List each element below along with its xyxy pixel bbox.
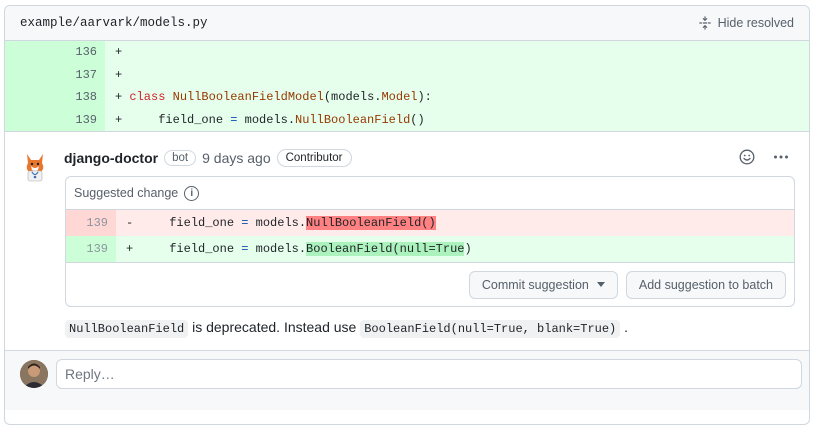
code-token: class <box>129 90 166 105</box>
line-number[interactable]: 138 <box>5 86 105 109</box>
smiley-icon <box>739 149 755 165</box>
diff-row: 137 + <box>5 63 809 86</box>
code-text: models. <box>248 242 307 256</box>
code-token: Model <box>381 90 418 105</box>
contributor-badge: Contributor <box>276 149 352 167</box>
code-text: field_one <box>133 216 242 230</box>
added-highlight: BooleanField(null=True <box>306 242 465 256</box>
code-token: NullBooleanFieldModel <box>172 90 324 105</box>
line-number: 139 <box>66 236 116 262</box>
review-comment: django-doctor bot 9 days ago Contributor <box>5 131 809 351</box>
suggested-change: Suggested change i 139 - field_one = mod… <box>65 176 795 307</box>
code-line: - field_one = models.NullBooleanField() <box>116 216 436 230</box>
line-number[interactable]: 136 <box>5 41 105 64</box>
inline-code: BooleanField(null=True, blank=True) <box>360 320 621 338</box>
code-text: field_one <box>133 242 242 256</box>
author-name[interactable]: django-doctor <box>64 150 158 166</box>
commit-suggestion-button[interactable]: Commit suggestion <box>468 270 618 299</box>
comment-actions <box>739 149 789 168</box>
caret-down-icon <box>596 282 605 287</box>
code-token: () <box>410 112 425 127</box>
suggestion-actions: Commit suggestion Add suggestion to batc… <box>66 262 794 306</box>
comment-time[interactable]: 9 days ago <box>202 150 271 166</box>
added-line: 139 + field_one = models.BooleanField(nu… <box>66 236 794 262</box>
comment-text: . <box>620 319 629 335</box>
django-doctor-avatar[interactable] <box>21 150 49 182</box>
diff-row: 136 + <box>5 41 809 64</box>
code-line: + field_one = models.BooleanField(null=T… <box>116 242 472 256</box>
line-number[interactable]: 139 <box>5 108 105 131</box>
code-line: + <box>105 68 122 82</box>
diff-hunk: 136 +137 +138 + class NullBooleanFieldModel… <box>5 41 809 131</box>
code-line: + class NullBooleanFieldModel(models.Mod… <box>105 90 432 104</box>
diff-marker: + <box>115 67 123 82</box>
add-to-batch-label: Add suggestion to batch <box>638 277 773 292</box>
code-text: ) <box>464 242 472 256</box>
reply-input[interactable] <box>56 359 802 389</box>
comment-body: NullBooleanField is deprecated. Instead … <box>65 319 794 338</box>
suggested-change-title: Suggested change <box>74 186 179 200</box>
hide-resolved-button[interactable]: Hide resolved <box>698 16 794 30</box>
removed-highlight: NullBooleanField() <box>306 216 436 230</box>
code-line: + field_one = models.NullBooleanField() <box>105 113 425 127</box>
inline-code: NullBooleanField <box>65 320 189 338</box>
add-reaction-button[interactable] <box>739 149 755 168</box>
hide-resolved-label: Hide resolved <box>717 16 794 30</box>
removed-line: 139 - field_one = models.NullBooleanFiel… <box>66 210 794 236</box>
review-thread: example/aarvark/models.py Hide resolved … <box>4 5 810 425</box>
comment-header: django-doctor bot 9 days ago Contributor <box>64 146 794 170</box>
code-text: models. <box>248 216 307 230</box>
file-header: example/aarvark/models.py Hide resolved <box>5 6 809 41</box>
kebab-horizontal-icon <box>774 155 788 159</box>
user-photo-icon <box>20 360 48 388</box>
reply-bar <box>5 350 809 410</box>
add-to-batch-button[interactable]: Add suggestion to batch <box>625 270 786 299</box>
comment-text: is deprecated. Instead use <box>188 319 361 335</box>
line-number: 139 <box>66 210 116 236</box>
code-token: (models. <box>323 90 382 105</box>
commit-suggestion-label: Commit suggestion <box>481 277 589 292</box>
suggested-change-header: Suggested change i <box>66 177 794 210</box>
code-line: + <box>105 45 122 59</box>
code-token: NullBooleanField <box>295 112 411 127</box>
code-token: ): <box>417 90 432 105</box>
user-avatar[interactable] <box>20 360 48 388</box>
diff-marker: + <box>115 45 123 60</box>
info-icon[interactable]: i <box>184 185 200 201</box>
diff-row: 139 + field_one = models.NullBooleanField… <box>5 108 809 131</box>
line-number[interactable]: 137 <box>5 63 105 86</box>
code-token: models. <box>237 112 296 127</box>
bot-badge: bot <box>164 150 197 166</box>
diff-row: 138 + class NullBooleanFieldModel(models.… <box>5 86 809 109</box>
more-options-button[interactable] <box>773 149 789 168</box>
code-token: field_one <box>122 112 231 127</box>
file-path[interactable]: example/aarvark/models.py <box>20 16 208 30</box>
fold-icon <box>698 16 711 30</box>
